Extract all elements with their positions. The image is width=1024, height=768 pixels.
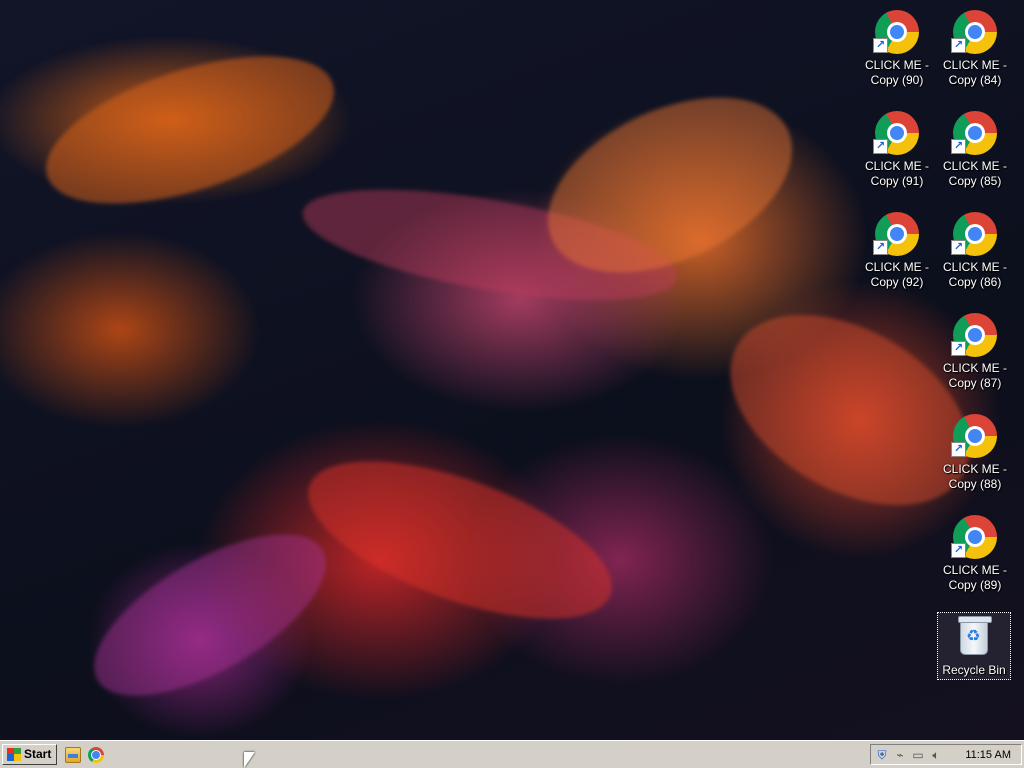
chrome-shortcut-icon: ↗ [873, 109, 921, 157]
desktop-icon-label: CLICK ME - Copy (87) [942, 361, 1007, 390]
recycle-bin-graphic: ♻ [958, 616, 992, 655]
wallpaper-ribbon [28, 26, 352, 234]
wallpaper-ribbon [69, 502, 351, 728]
desktop-icon-label: CLICK ME - Copy (88) [942, 462, 1007, 491]
chrome-icon[interactable] [88, 747, 104, 763]
desktop[interactable]: ↗ CLICK ME - Copy (90) ↗ CLICK ME - Copy… [0, 0, 1024, 740]
desktop-icon-click-me-copy-91[interactable]: ↗ CLICK ME - Copy (91) [861, 109, 933, 189]
chrome-shortcut-icon: ↗ [873, 8, 921, 56]
desktop-icon-label: CLICK ME - Copy (84) [942, 58, 1007, 87]
system-tray: ⛨ ⌁ ▭ 🔈︎ 11:15 AM [870, 744, 1022, 765]
start-button-label: Start [24, 747, 52, 761]
taskbar: Start ⛨ ⌁ ▭ 🔈︎ 11:15 AM [0, 740, 1024, 768]
recycle-bin-icon: ♻ [950, 613, 998, 661]
folder-icon[interactable] [65, 747, 81, 763]
chrome-shortcut-icon: ↗ [951, 412, 999, 460]
wallpaper-ribbon [289, 428, 631, 652]
start-button[interactable]: Start [2, 744, 57, 765]
desktop-icon-click-me-copy-92[interactable]: ↗ CLICK ME - Copy (92) [861, 210, 933, 290]
desktop-icon-click-me-copy-90[interactable]: ↗ CLICK ME - Copy (90) [861, 8, 933, 88]
display-icon[interactable]: ▭ [911, 748, 925, 762]
shortcut-arrow-icon: ↗ [873, 139, 888, 154]
desktop-icon-label: CLICK ME - Copy (85) [942, 159, 1007, 188]
shortcut-arrow-icon: ↗ [951, 543, 966, 558]
desktop-icon-click-me-copy-87[interactable]: ↗ CLICK ME - Copy (87) [939, 311, 1011, 391]
shortcut-arrow-icon: ↗ [951, 139, 966, 154]
shortcut-arrow-icon: ↗ [951, 38, 966, 53]
chrome-shortcut-icon: ↗ [951, 8, 999, 56]
chrome-shortcut-icon: ↗ [951, 109, 999, 157]
chrome-shortcut-icon: ↗ [873, 210, 921, 258]
chrome-shortcut-icon: ↗ [951, 210, 999, 258]
desktop-icon-label: CLICK ME - Copy (86) [942, 260, 1007, 289]
desktop-icon-click-me-copy-84[interactable]: ↗ CLICK ME - Copy (84) [939, 8, 1011, 88]
desktop-icon-click-me-copy-88[interactable]: ↗ CLICK ME - Copy (88) [939, 412, 1011, 492]
shortcut-arrow-icon: ↗ [951, 442, 966, 457]
desktop-icon-click-me-copy-89[interactable]: ↗ CLICK ME - Copy (89) [939, 513, 1011, 593]
desktop-icon-click-me-copy-86[interactable]: ↗ CLICK ME - Copy (86) [939, 210, 1011, 290]
security-shield-icon[interactable]: ⛨ [875, 748, 889, 762]
shortcut-arrow-icon: ↗ [951, 341, 966, 356]
recycle-symbol-icon: ♻ [966, 628, 981, 645]
desktop-icon-recycle-bin[interactable]: ♻ Recycle Bin [937, 612, 1011, 680]
desktop-icon-label: CLICK ME - Copy (91) [864, 159, 929, 188]
chrome-shortcut-icon: ↗ [951, 311, 999, 359]
network-icon[interactable]: ⌁ [893, 748, 907, 762]
shortcut-arrow-icon: ↗ [873, 38, 888, 53]
desktop-icon-click-me-copy-85[interactable]: ↗ CLICK ME - Copy (85) [939, 109, 1011, 189]
clock[interactable]: 11:15 AM [965, 748, 1011, 762]
windows-logo-icon [7, 748, 21, 761]
desktop-icon-label: CLICK ME - Copy (89) [942, 563, 1007, 592]
desktop-icon-label: Recycle Bin [942, 663, 1006, 677]
shortcut-arrow-icon: ↗ [951, 240, 966, 255]
desktop-icon-label: CLICK ME - Copy (92) [864, 260, 929, 289]
desktop-icon-label: CLICK ME - Copy (90) [864, 58, 929, 87]
volume-icon[interactable]: 🔈︎ [929, 748, 943, 762]
shortcut-arrow-icon: ↗ [873, 240, 888, 255]
chrome-shortcut-icon: ↗ [951, 513, 999, 561]
mouse-cursor-icon [244, 752, 255, 768]
